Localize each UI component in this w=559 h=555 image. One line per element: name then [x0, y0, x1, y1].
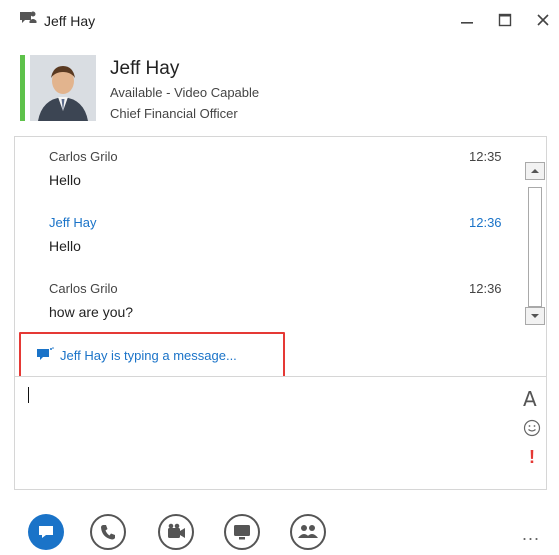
contact-name: Jeff Hay	[110, 58, 180, 79]
message-sender: Carlos Grilo	[49, 281, 118, 296]
compose-area[interactable]: A !	[14, 376, 547, 490]
message-text: Hello	[49, 238, 81, 254]
window-title: Jeff Hay	[44, 13, 96, 29]
message-time: 12:36	[469, 281, 502, 296]
message-sender: Jeff Hay	[49, 215, 97, 230]
typing-indicator: Jeff Hay is typing a message...	[36, 347, 237, 364]
important-button[interactable]: !	[529, 447, 535, 468]
scroll-down-button[interactable]	[525, 307, 545, 325]
smiley-icon[interactable]	[523, 419, 541, 442]
avatar[interactable]	[30, 55, 96, 121]
contact-header: Jeff Hay Available - Video Capable Chief…	[0, 40, 559, 136]
minimize-icon[interactable]	[455, 8, 479, 32]
message: Carlos Grilo how are you?	[49, 281, 133, 320]
message-sender: Carlos Grilo	[49, 149, 118, 164]
phone-icon[interactable]	[90, 514, 126, 550]
scroll-thumb[interactable]	[528, 187, 542, 307]
message-text: how are you?	[49, 304, 134, 320]
presence-indicator	[20, 55, 25, 121]
typing-icon	[36, 347, 54, 364]
message-time: 12:35	[469, 149, 502, 164]
present-icon[interactable]	[224, 514, 260, 550]
scrollbar[interactable]	[525, 157, 545, 327]
typing-text: Jeff Hay is typing a message...	[60, 348, 237, 363]
video-icon[interactable]	[158, 514, 194, 550]
message: Jeff Hay Hello	[49, 215, 96, 254]
font-button[interactable]: A	[523, 387, 537, 411]
text-caret	[28, 387, 29, 403]
scroll-up-button[interactable]	[525, 162, 545, 180]
maximize-icon[interactable]	[493, 8, 517, 32]
bottom-toolbar: ...	[0, 500, 559, 554]
more-options-button[interactable]: ...	[522, 524, 540, 545]
title-bar: Jeff Hay	[0, 0, 559, 40]
contact-job-title: Chief Financial Officer	[110, 106, 238, 121]
message: Carlos Grilo Hello	[49, 149, 118, 188]
close-icon[interactable]	[531, 8, 555, 32]
contact-status: Available - Video Capable	[110, 85, 260, 100]
message-time: 12:36	[469, 215, 502, 230]
message-text: Hello	[49, 172, 81, 188]
conversation-icon	[18, 10, 38, 28]
im-icon[interactable]	[28, 514, 64, 550]
people-icon[interactable]	[290, 514, 326, 550]
